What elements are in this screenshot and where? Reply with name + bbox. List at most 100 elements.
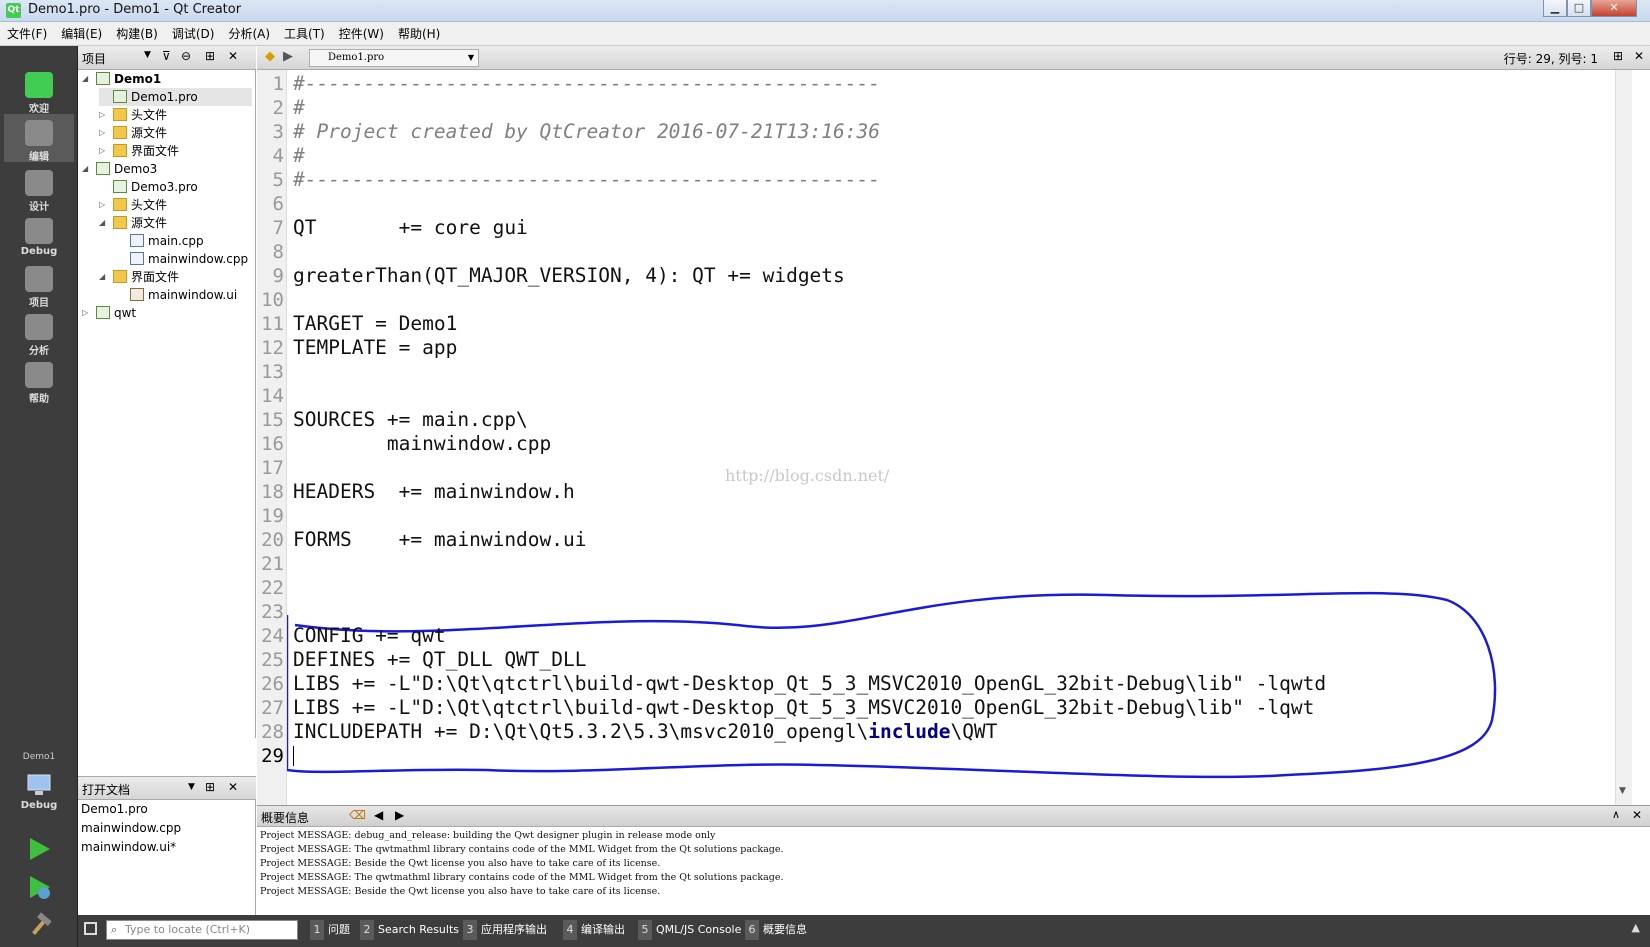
expand-arrow-icon[interactable]: ◢ — [82, 160, 90, 178]
tab-label: 问题 — [328, 923, 350, 936]
editor-scrollbar[interactable]: ▼ — [1615, 70, 1632, 805]
pro-file-icon — [113, 90, 127, 103]
output-tab[interactable]: 2 Search Results — [360, 920, 459, 940]
expand-arrow-icon[interactable]: ◢ — [99, 268, 107, 286]
output-tab[interactable]: 1 问题 — [310, 920, 350, 940]
split-icon[interactable]: ⊞ — [205, 780, 215, 794]
tree-item[interactable]: ▷ 界面文件 — [99, 142, 179, 160]
code-line: DEFINES += QT_DLL QWT_DLL — [293, 648, 587, 672]
tree-item[interactable]: ▷ qwt — [82, 304, 136, 322]
close-panel-icon[interactable]: ✕ — [228, 780, 238, 794]
forward-icon[interactable]: ▶ — [283, 49, 293, 64]
close-window-icon[interactable]: ✕ — [1591, 0, 1637, 17]
tree-item-content: qwt — [96, 306, 136, 320]
expand-arrow-icon[interactable]: ▷ — [99, 196, 107, 214]
code-text: greaterThan(QT_MAJOR_VERSION, 4): QT += … — [293, 264, 845, 287]
output-tab[interactable]: 5 QML/JS Console — [638, 920, 741, 940]
menu-item[interactable]: 分析(A) — [221, 22, 277, 46]
open-doc-item[interactable]: mainwindow.ui* — [78, 838, 255, 857]
close-panel-icon[interactable]: ✕ — [228, 49, 238, 63]
menu-item[interactable]: 工具(T) — [277, 22, 332, 46]
scroll-up-icon[interactable]: ▲ — [1632, 921, 1640, 934]
tree-item[interactable]: ◢ 界面文件 — [99, 268, 179, 286]
mode-design[interactable]: 设计 — [4, 164, 74, 213]
open-doc-item[interactable]: Demo1.pro — [78, 800, 255, 819]
debug-run-button[interactable] — [26, 874, 52, 904]
next-icon[interactable]: ▶ — [395, 808, 404, 822]
menu-item[interactable]: 构建(B) — [109, 22, 165, 46]
toggle-sidebar-icon[interactable] — [84, 922, 97, 935]
scroll-down-icon[interactable]: ▼ — [1619, 786, 1626, 796]
tree-item[interactable]: ◢ Demo3 — [82, 160, 157, 178]
mode-projects[interactable]: 项目 — [4, 260, 74, 309]
back-icon[interactable]: ◆ — [265, 49, 275, 64]
mode-help[interactable]: 帮助 — [4, 356, 74, 405]
kit-selector-button[interactable]: Debug — [4, 766, 74, 814]
tab-number: 3 — [463, 920, 477, 940]
tree-item[interactable]: main.cpp — [116, 232, 204, 250]
tree-item[interactable]: mainwindow.ui — [116, 286, 237, 304]
tree-item-label: mainwindow.cpp — [148, 252, 249, 266]
expand-arrow-icon[interactable]: ▷ — [82, 304, 90, 322]
mode-analyze[interactable]: 分析 — [4, 308, 74, 357]
code-text: #---------------------------------------… — [293, 168, 880, 191]
mode-label: Debug — [20, 246, 58, 257]
build-button[interactable] — [26, 912, 52, 942]
close-editor-icon[interactable]: ✕ — [1634, 49, 1644, 63]
code-line: mainwindow.cpp — [293, 432, 551, 456]
expand-arrow-icon[interactable]: ▷ — [99, 106, 107, 124]
output-tab[interactable]: 3 应用程序输出 — [463, 920, 547, 940]
menu-item[interactable]: 编辑(E) — [54, 22, 109, 46]
tab-number: 1 — [310, 920, 324, 940]
tree-item[interactable]: ◢ Demo1 — [82, 70, 161, 88]
tree-item[interactable]: ▷ 头文件 — [99, 196, 167, 214]
mode-edit[interactable]: 编辑 — [4, 114, 74, 163]
open-docs-list: Demo1.pro mainwindow.cpp mainwindow.ui* — [78, 800, 256, 915]
output-line: Project MESSAGE: Beside the Qwt license … — [260, 886, 661, 897]
expand-arrow-icon[interactable]: ◢ — [82, 70, 90, 88]
tree-item[interactable]: Demo1.pro — [99, 88, 252, 106]
tree-item-label: 源文件 — [131, 216, 168, 230]
menu-item[interactable]: 控件(W) — [332, 22, 391, 46]
tree-item[interactable]: mainwindow.cpp — [116, 250, 248, 268]
split-icon[interactable]: ⊞ — [205, 49, 215, 63]
line-number: 3 — [272, 121, 284, 143]
qt-creator-window: Qt Demo1.pro - Demo1 - Qt Creator ▁ □ ✕ … — [0, 0, 1650, 947]
output-tab[interactable]: 4 编译输出 — [563, 920, 625, 940]
panel-combo-chevron-icon[interactable]: ▼ — [144, 50, 151, 60]
close-pane-icon[interactable]: ✕ — [1632, 808, 1642, 822]
editor-toolbar: ◆ ▶ Demo1.pro ▼ 行号: 29, 列号: 1 ⊞ ✕ — [257, 46, 1650, 70]
tree-item[interactable]: ◢ 源文件 — [99, 214, 167, 232]
project-tree: ◢ Demo1 Demo1.pro ▷ 头文件 ▷ 源文件 ▷ 界面文件 ◢ Demo3 Demo3.… — [78, 70, 256, 738]
tab-number: 2 — [360, 920, 374, 940]
menu-item[interactable]: 帮助(H) — [391, 22, 447, 46]
locator-input[interactable]: ⌕ Type to locate (Ctrl+K) — [106, 920, 298, 940]
maximize-icon[interactable]: □ — [1567, 0, 1591, 17]
expand-arrow-icon[interactable]: ▷ — [99, 142, 107, 160]
tree-item[interactable]: Demo3.pro — [99, 178, 198, 196]
expand-arrow-icon[interactable]: ▷ — [99, 124, 107, 142]
menu-item[interactable]: 文件(F) — [0, 22, 54, 46]
tree-item[interactable]: ▷ 源文件 — [99, 124, 167, 142]
open-doc-item[interactable]: mainwindow.cpp — [78, 819, 255, 838]
mode-qt-welcome[interactable]: 欢迎 — [4, 66, 74, 115]
split-icon[interactable]: ⊞ — [1613, 49, 1623, 63]
run-button[interactable] — [26, 836, 52, 866]
minimize-icon[interactable]: ▁ — [1543, 0, 1567, 17]
chevron-down-icon[interactable]: ▼ — [188, 782, 195, 792]
line-number: 27 — [261, 697, 284, 719]
code-text: mainwindow.cpp — [293, 432, 552, 455]
sync-icon[interactable]: ⊖ — [181, 49, 191, 63]
tree-item[interactable]: ▷ 头文件 — [99, 106, 167, 124]
prev-icon[interactable]: ◀ — [374, 808, 383, 822]
output-tab[interactable]: 6 概要信息 — [745, 920, 807, 940]
code-line: # — [293, 144, 305, 168]
filter-icon[interactable]: ⊽ — [162, 49, 171, 63]
expand-arrow-icon[interactable]: ◢ — [99, 214, 107, 232]
mode-debug[interactable]: Debug — [4, 212, 74, 260]
file-selector[interactable]: Demo1.pro ▼ — [309, 49, 479, 67]
maximize-pane-icon[interactable]: ∧ — [1612, 808, 1620, 821]
code-editor[interactable]: #---------------------------------------… — [287, 70, 1615, 805]
clear-output-icon[interactable]: ⌫ — [349, 808, 366, 822]
menu-item[interactable]: 调试(D) — [165, 22, 222, 46]
